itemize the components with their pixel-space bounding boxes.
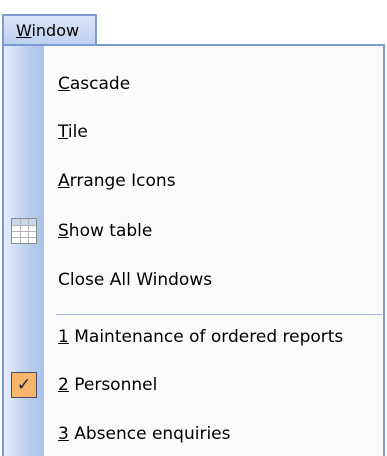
- window-menu-accel: W: [16, 21, 32, 40]
- menu-item-window-2[interactable]: 2 Personnel: [44, 361, 383, 409]
- menu-item-window-2-label: Personnel: [68, 375, 158, 395]
- menu-item-window-3-label: Absence enquiries: [68, 424, 231, 444]
- menu-item-show-table-accel: S: [58, 221, 69, 241]
- menu-item-close-all-windows-label: Close All Windows: [58, 270, 213, 290]
- window-menu-title[interactable]: Window: [2, 14, 97, 46]
- menu-item-window-2-accel: 2: [58, 375, 69, 395]
- menubar-area: [0, 0, 387, 14]
- menu-item-tile-label: ile: [67, 122, 88, 142]
- menu-item-cascade-label: ascade: [69, 74, 131, 94]
- window-dropdown-menu: Cascade Tile Arrange Icons Show table Cl…: [2, 44, 385, 456]
- menu-item-show-table[interactable]: Show table: [44, 207, 383, 255]
- menu-item-cascade[interactable]: Cascade: [44, 60, 383, 108]
- window-menu-screenshot: Window Cascade Tile Arrange Icons Show t…: [0, 0, 387, 456]
- menu-item-window-3[interactable]: 3 Absence enquiries: [44, 410, 383, 456]
- menu-item-window-1-accel: 1: [58, 327, 69, 347]
- menu-item-tile[interactable]: Tile: [44, 108, 383, 156]
- menu-item-arrange-icons[interactable]: Arrange Icons: [44, 157, 383, 205]
- menu-item-arrange-icons-label: rrange Icons: [69, 171, 176, 191]
- menu-item-close-all-windows[interactable]: Close All Windows: [44, 256, 383, 304]
- menu-item-window-3-accel: 3: [58, 424, 69, 444]
- checkmark-icon: ✓: [11, 372, 37, 398]
- menu-item-cascade-accel: C: [58, 74, 70, 94]
- menu-item-tile-accel: T: [58, 122, 68, 142]
- menu-item-window-1[interactable]: 1 Maintenance of ordered reports: [44, 313, 383, 361]
- menu-item-arrange-icons-accel: A: [58, 171, 70, 191]
- table-icon: [11, 218, 37, 244]
- menu-item-window-1-label: Maintenance of ordered reports: [68, 327, 344, 347]
- window-menu-label-rest: indow: [31, 21, 80, 40]
- menu-item-show-table-label: how table: [68, 221, 153, 241]
